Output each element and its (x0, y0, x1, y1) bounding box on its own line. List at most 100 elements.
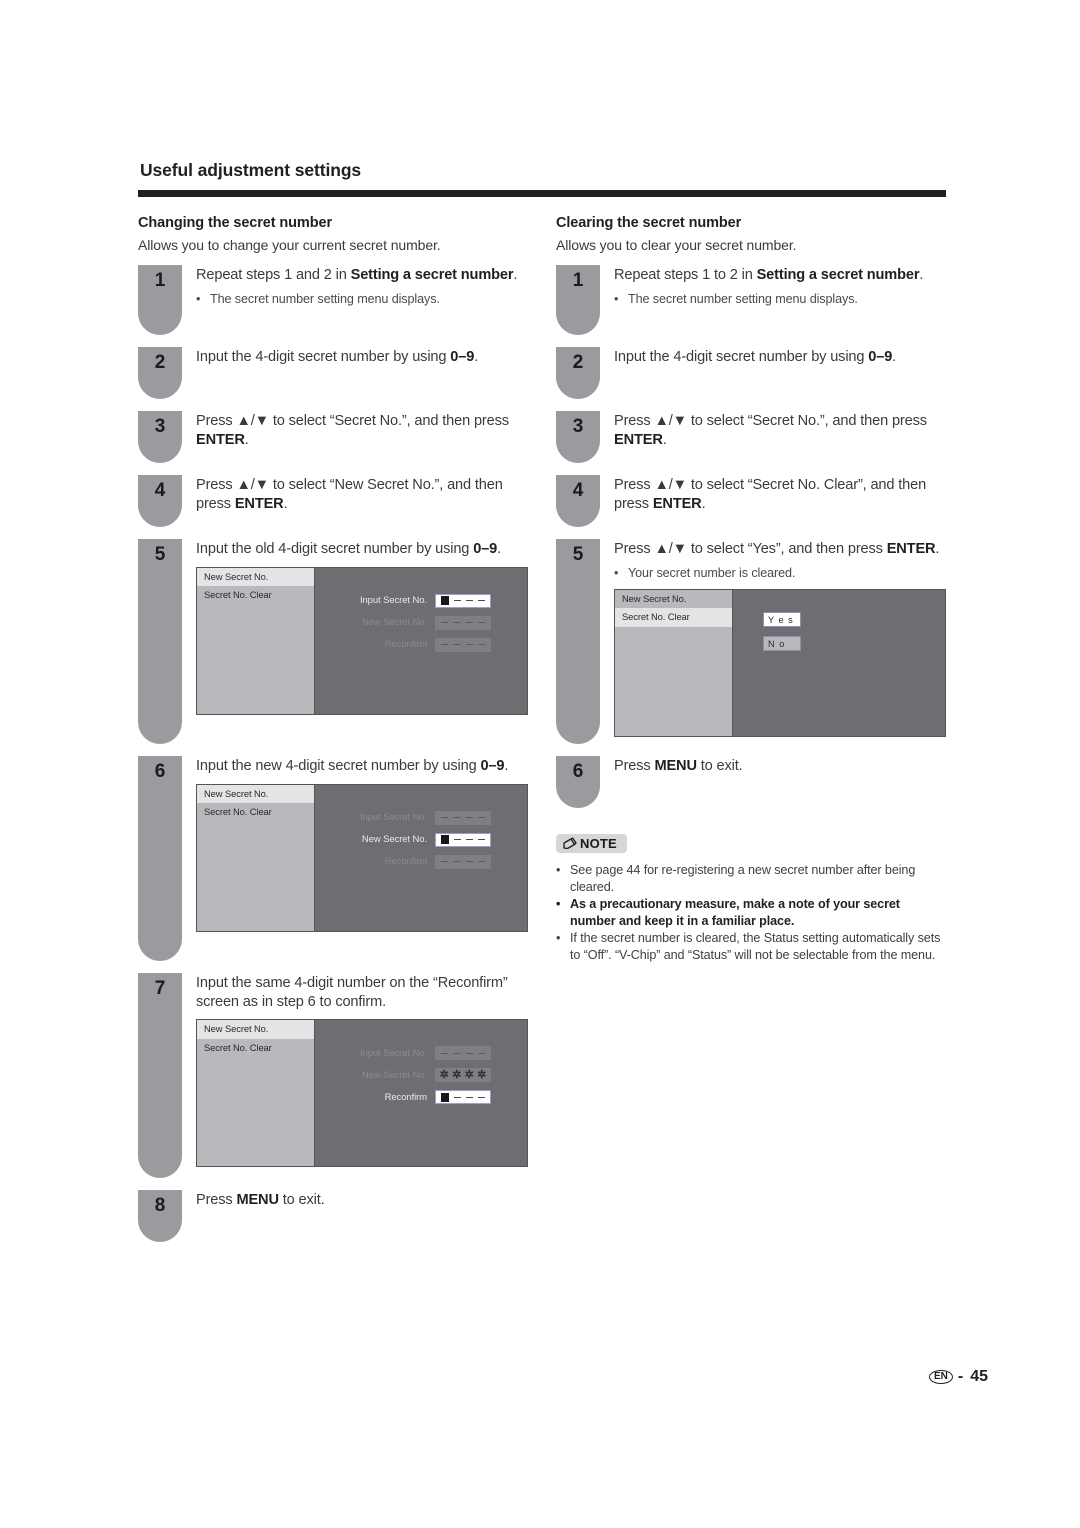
step-text-bold: ENTER (652, 495, 702, 512)
osd-dash (440, 1052, 448, 1055)
osd-cursor-block (441, 835, 450, 845)
step-text-bold: 0–9 (480, 758, 505, 774)
step-body: Press MENU to exit. (182, 1190, 528, 1210)
osd-menu-item-new-secret-no: New Secret No. (197, 784, 314, 804)
step-text-bold: Setting a secret number (350, 267, 514, 283)
osd-dash (478, 816, 486, 819)
step-text: Press MENU to exit. (614, 757, 946, 776)
osd-dash (453, 1052, 461, 1055)
osd-field-row: New Secret No. (315, 615, 527, 630)
step-text-post: . (244, 431, 249, 448)
osd-field-label: Input Secret No. (359, 812, 427, 824)
step-item: 3 Press ▲/▼ to select “Secret No.”, and … (556, 411, 946, 463)
step-number-badge: 3 (138, 411, 182, 463)
osd-field-row: Reconfirm (315, 637, 527, 652)
step-number-badge: 6 (138, 756, 182, 961)
osd-dash (465, 838, 473, 841)
step-text: Repeat steps 1 to 2 in Setting a secret … (614, 266, 946, 285)
step-text-pre: Input the same 4-digit number on the “Re… (196, 975, 508, 1010)
step-number-badge: 5 (138, 539, 182, 744)
section-desc-changing: Allows you to change your current secret… (138, 237, 441, 253)
step-text: Input the old 4-digit secret number by u… (196, 540, 528, 559)
osd-digit-field (435, 615, 491, 630)
step-text-bold: 0–9 (473, 541, 498, 557)
language-badge: EN (928, 1370, 953, 1384)
osd-menu-item-new-secret-no: New Secret No. (197, 1020, 314, 1039)
osd-menu-list: New Secret No. Secret No. Clear (615, 590, 733, 737)
step-item: 4 Press ▲/▼ to select “Secret No. Clear”… (556, 475, 946, 527)
step-body: Press ▲/▼ to select “New Secret No.”, an… (182, 475, 528, 513)
osd-masked-digit: ✲ (464, 1069, 474, 1082)
step-number-badge: 5 (556, 539, 600, 744)
step-number-badge: 3 (556, 411, 600, 463)
step-item: 3 Press ▲/▼ to select “Secret No.”, and … (138, 411, 528, 463)
step-item: 7 Input the same 4-digit number on the “… (138, 973, 528, 1178)
step-number-badge: 1 (556, 265, 600, 335)
osd-screenshot-reconfirm: New Secret No. Secret No. Clear Input Se… (196, 1019, 528, 1168)
step-text: Input the 4-digit secret number by using… (196, 348, 528, 367)
osd-dash (465, 860, 473, 863)
step-text-pre: Input the 4-digit secret number by using (614, 349, 869, 365)
page-content: Useful adjustment settings Changing the … (138, 160, 946, 1254)
step-body: Press ▲/▼ to select “Yes”, and then pres… (600, 539, 946, 738)
step-text-bold: 0–9 (868, 349, 893, 365)
note-item: See page 44 for re-registering a new sec… (556, 862, 946, 895)
step-body: Input the old 4-digit secret number by u… (182, 539, 528, 715)
step-item: 2 Input the 4-digit secret number by usi… (138, 347, 528, 399)
step-body: Input the same 4-digit number on the “Re… (182, 973, 528, 1168)
osd-dash (478, 1052, 486, 1055)
osd-digit-field-filled: ✲ ✲ ✲ ✲ (435, 1068, 491, 1083)
osd-dash (465, 621, 473, 624)
step-body: Repeat steps 1 to 2 in Setting a secret … (600, 265, 946, 307)
note-item: As a precautionary measure, make a note … (556, 896, 946, 929)
osd-dash (454, 838, 462, 841)
step-text-bold: 0–9 (450, 349, 475, 365)
osd-digit-field (435, 637, 491, 652)
step-body: Press ▲/▼ to select “Secret No.”, and th… (182, 411, 528, 449)
osd-screenshot-secret-clear-confirm: New Secret No. Secret No. Clear Y e s N … (614, 589, 946, 738)
step-text-pre: Repeat steps 1 to 2 in (614, 267, 757, 283)
page-title: Useful adjustment settings (140, 160, 362, 180)
step-item: 1 Repeat steps 1 and 2 in Setting a secr… (138, 265, 528, 335)
osd-choice-yes: Y e s (763, 612, 801, 628)
osd-digit-field-active (435, 832, 491, 847)
footer-separator: - (957, 1368, 964, 1385)
osd-dash (478, 860, 486, 863)
osd-digit-field (435, 1046, 491, 1061)
osd-main-panel: Input Secret No. New Secret No. Reconfir… (315, 568, 527, 714)
note-block: NOTE See page 44 for re-registering a ne… (556, 834, 946, 964)
osd-main-panel: Input Secret No. New Secret No. ✲✲✲✲ (315, 1020, 527, 1166)
osd-dash (465, 1096, 473, 1099)
osd-field-row: Input Secret No. (315, 593, 527, 608)
osd-choice-no: N o (763, 636, 801, 652)
step-text: Press ▲/▼ to select “Secret No. Clear”, … (614, 476, 946, 513)
osd-field-label: Reconfirm (384, 1091, 427, 1103)
osd-field-row: New Secret No. ✲ ✲ ✲ ✲ (315, 1068, 527, 1083)
step-text-bold: MENU (236, 1192, 279, 1208)
osd-menu-item-new-secret-no: New Secret No. (197, 567, 314, 587)
right-column: Clearing the secret number Allows you to… (556, 215, 946, 1254)
step-text-pre: Input the old 4-digit secret number by u… (196, 541, 474, 557)
left-column: Changing the secret number Allows you to… (138, 215, 528, 1254)
step-body: Repeat steps 1 and 2 in Setting a secret… (182, 265, 528, 307)
step-body: Press ▲/▼ to select “Secret No.”, and th… (600, 411, 946, 449)
osd-dash (477, 1096, 485, 1099)
osd-dash (465, 1052, 473, 1055)
osd-dash (453, 643, 461, 646)
step-text: Input the 4-digit secret number by using… (614, 348, 946, 367)
step-item: 4 Press ▲/▼ to select “New Secret No.”, … (138, 475, 528, 527)
step-number-badge: 6 (556, 756, 600, 808)
osd-menu-item-secret-no-clear: Secret No. Clear (204, 806, 272, 818)
title-divider (138, 190, 946, 197)
step-item: 2 Input the 4-digit secret number by usi… (556, 347, 946, 399)
step-body: Press MENU to exit. (600, 756, 946, 776)
footer: EN - 45 (928, 1368, 988, 1386)
osd-dash (478, 621, 486, 624)
step-text: Press ▲/▼ to select “Secret No.”, and th… (614, 412, 946, 449)
step-text-post: . (662, 431, 667, 448)
osd-dash (454, 1096, 462, 1099)
osd-main-panel: Input Secret No. New Secret No. Reconfir… (315, 785, 527, 931)
step-number-badge: 4 (138, 475, 182, 527)
step-text-pre: Input the new 4-digit secret number by u… (196, 758, 481, 774)
osd-field-label: Reconfirm (384, 856, 427, 868)
